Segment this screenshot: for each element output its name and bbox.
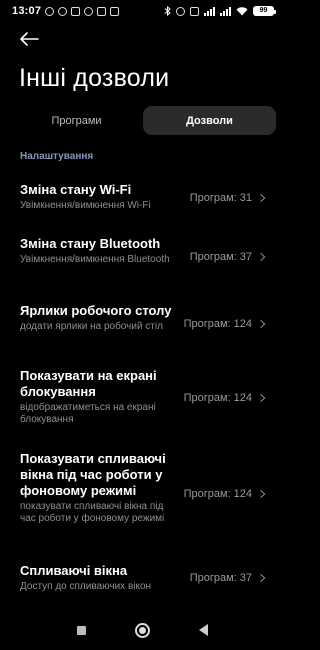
row-title: Показувати на екрані блокування (20, 368, 157, 399)
row-value: Програм: 37 (190, 251, 266, 263)
cloud-icon (84, 6, 94, 16)
row-subtitle: показувати спливаючі вікна під час робот… (20, 501, 165, 524)
row-count: Програм: 37 (189, 572, 252, 584)
row-count: Програм: 124 (183, 488, 252, 500)
chevron-right-icon (256, 193, 266, 203)
status-right: 99 (164, 6, 276, 16)
section-header: Налаштування (20, 151, 94, 162)
row-value: Програм: 124 (184, 318, 266, 330)
row-title: Ярлики робочого столу (20, 303, 172, 318)
arrow-left-icon (20, 32, 39, 46)
page-title: Інші дозволи (19, 64, 170, 92)
permission-row-lock-screen[interactable]: Показувати на екрані блокування відображ… (0, 368, 284, 430)
row-subtitle: Увімкнення/вимкнення Wi-Fi (20, 200, 151, 211)
chevron-right-icon (256, 489, 266, 499)
status-bar: 13:07 99 (0, 0, 284, 22)
bluetooth-icon (164, 6, 171, 16)
mail-icon (97, 6, 107, 16)
row-title: Зміна стану Bluetooth (20, 236, 161, 251)
tab-permissions[interactable]: Дозволи (143, 106, 276, 135)
tab-bar: Програми Дозволи (10, 106, 276, 135)
tab-apps[interactable]: Програми (10, 106, 143, 135)
notification-icon (71, 6, 81, 16)
permission-row-popups[interactable]: Спливаючі вікна Доступ до спливаючих вік… (0, 563, 284, 597)
home-button[interactable] (134, 622, 150, 638)
chevron-right-icon (256, 393, 266, 403)
row-title: Показувати спливаючі вікна під час робот… (20, 451, 166, 498)
sim-icon (110, 6, 120, 16)
row-subtitle: додати ярлики на робочий стіл (20, 321, 163, 332)
row-value: Програм: 124 (184, 488, 266, 500)
recents-button[interactable] (76, 625, 86, 635)
row-text: Спливаючі вікна Доступ до спливаючих вік… (20, 563, 176, 593)
row-text: Ярлики робочого столу додати ярлики на р… (20, 303, 176, 333)
row-value: Програм: 37 (190, 572, 266, 584)
chevron-right-icon (256, 573, 266, 583)
row-text: Зміна стану Wi-Fi Увімкнення/вимкнення W… (20, 182, 176, 212)
row-count: Програм: 124 (183, 392, 252, 404)
chevron-right-icon (256, 319, 266, 329)
status-time: 13:07 (12, 5, 42, 17)
signal-bars-icon (204, 6, 215, 16)
row-text: Показувати на екрані блокування відображ… (20, 368, 176, 426)
battery-icon: 99 (253, 6, 276, 16)
permission-row-background-popups[interactable]: Показувати спливаючі вікна під час робот… (0, 451, 284, 541)
vibrate-icon (176, 6, 185, 16)
row-subtitle: Доступ до спливаючих вікон (20, 581, 152, 592)
clock-icon (58, 6, 68, 16)
row-count: Програм: 124 (183, 318, 252, 330)
row-count: Програм: 31 (189, 192, 252, 204)
signal-bars-icon (220, 6, 231, 16)
back-button[interactable] (16, 28, 42, 50)
row-subtitle: відображатиметься на екрані блокування (20, 402, 156, 425)
permission-row-wifi[interactable]: Зміна стану Wi-Fi Увімкнення/вимкнення W… (0, 182, 284, 216)
alarm-icon (45, 6, 55, 16)
row-text: Зміна стану Bluetooth Увімкнення/вимкнен… (20, 236, 176, 266)
nfc-icon (190, 6, 199, 16)
row-value: Програм: 124 (184, 392, 266, 404)
nav-back-button[interactable] (198, 624, 208, 636)
status-left: 13:07 (12, 5, 120, 17)
row-title: Зміна стану Wi-Fi (20, 182, 132, 197)
navigation-bar (0, 610, 284, 650)
row-text: Показувати спливаючі вікна під час робот… (20, 451, 176, 525)
row-title: Спливаючі вікна (20, 563, 128, 578)
permission-row-bluetooth[interactable]: Зміна стану Bluetooth Увімкнення/вимкнен… (0, 236, 284, 282)
row-value: Програм: 31 (190, 192, 266, 204)
wifi-icon (236, 6, 248, 15)
row-count: Програм: 37 (189, 251, 252, 263)
chevron-right-icon (256, 252, 266, 262)
row-subtitle: Увімкнення/вимкнення Bluetooth (20, 254, 170, 265)
permission-row-shortcuts[interactable]: Ярлики робочого столу додати ярлики на р… (0, 303, 284, 349)
